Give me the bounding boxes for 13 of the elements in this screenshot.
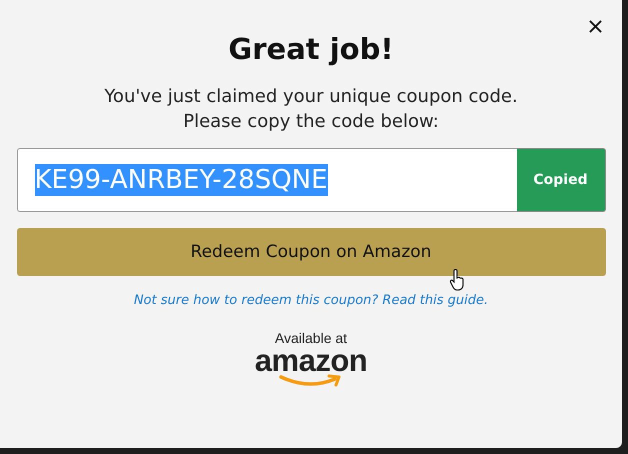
copy-button[interactable]: Copied [516, 148, 606, 212]
redeem-button[interactable]: Redeem Coupon on Amazon [16, 228, 606, 276]
available-caption: Available at [274, 330, 348, 346]
coupon-code-field[interactable]: KE99-ANRBEY-28SQNE [16, 148, 516, 212]
pointer-cursor-icon [449, 268, 465, 292]
dialog-title: Great job! [228, 32, 394, 66]
amazon-wordmark: amazon [254, 346, 368, 376]
coupon-code: KE99-ANRBEY-28SQNE [34, 164, 328, 196]
close-icon[interactable] [589, 20, 602, 33]
message-text: You've just claimed your unique coupon code. [104, 86, 518, 107]
message-text: Please copy the code below: [183, 111, 439, 132]
smile-arrow-icon [278, 374, 343, 388]
guide-link[interactable]: Not sure how to redeem this coupon? Read this guide. [134, 293, 488, 308]
